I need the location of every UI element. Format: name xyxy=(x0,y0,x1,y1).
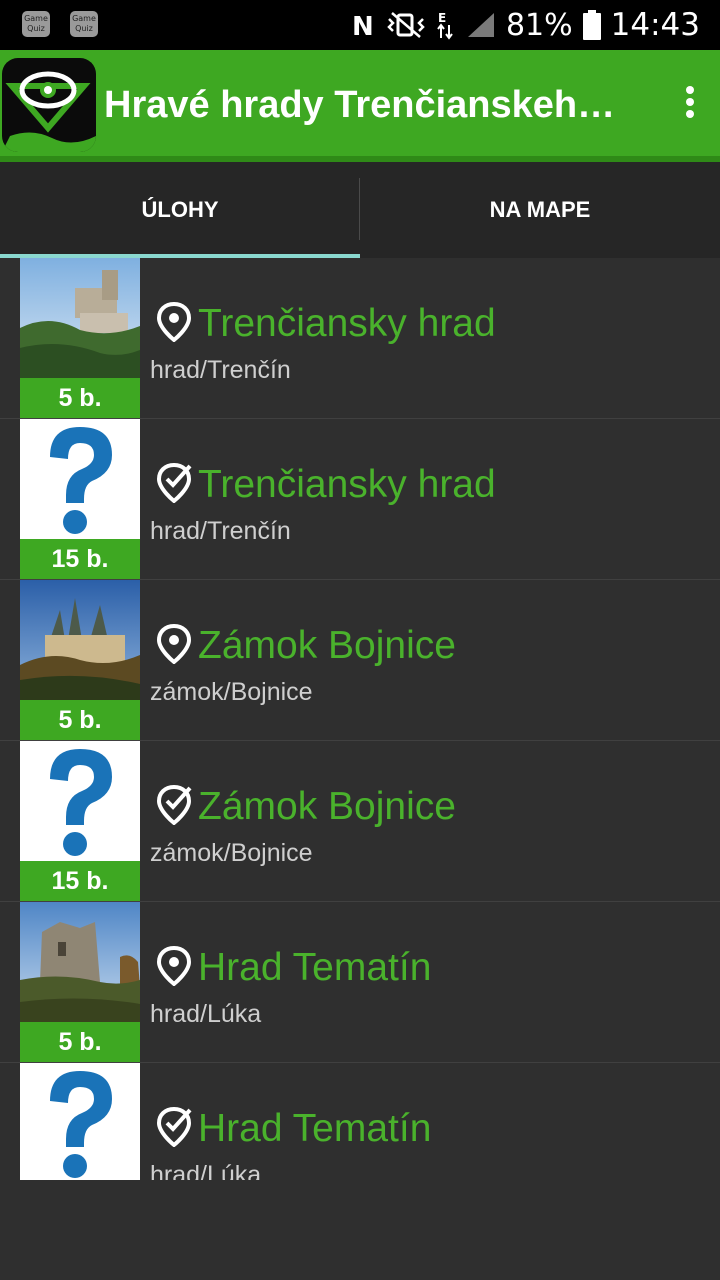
list-item[interactable]: 5 b. Zámok Bojnice zámok/Bojnice xyxy=(0,580,720,741)
nfc-icon: N xyxy=(352,12,374,39)
svg-text:E: E xyxy=(438,11,446,25)
task-thumbnail: 15 b. xyxy=(20,419,140,579)
task-subtitle: hrad/Trenčín xyxy=(150,517,291,545)
tab-na-mape[interactable]: NA MAPE xyxy=(360,162,720,258)
task-thumbnail xyxy=(20,1063,140,1180)
list-item[interactable]: 5 b. Hrad Tematín hrad/Lúka xyxy=(0,902,720,1063)
battery-icon xyxy=(582,10,601,40)
task-thumbnail: 15 b. xyxy=(20,741,140,901)
points-badge: 5 b. xyxy=(20,378,140,418)
points-badge: 5 b. xyxy=(20,1022,140,1062)
points-badge: 15 b. xyxy=(20,539,140,579)
list-item[interactable]: Hrad Tematín hrad/Lúka xyxy=(0,1063,720,1180)
list-item[interactable]: 15 b. Trenčiansky hrad hrad/Trenčín xyxy=(0,419,720,580)
location-pin-icon xyxy=(156,624,192,664)
question-mark-icon xyxy=(20,1063,140,1180)
task-title: Zámok Bojnice xyxy=(198,785,456,828)
task-list[interactable]: 5 b. Trenčiansky hrad hrad/Trenčín 15 b.… xyxy=(0,258,720,1180)
task-thumbnail: 5 b. xyxy=(20,580,140,740)
list-item[interactable]: 5 b. Trenčiansky hrad hrad/Trenčín xyxy=(0,258,720,419)
task-title: Trenčiansky hrad xyxy=(198,463,496,506)
tab-label: ÚLOHY xyxy=(141,197,219,222)
castle-photo-bojnice xyxy=(20,580,140,700)
tab-ulohy[interactable]: ÚLOHY xyxy=(0,162,360,258)
status-bar: Game Quiz Game Quiz N E 81% 14:43 xyxy=(0,0,720,50)
task-subtitle: hrad/Trenčín xyxy=(150,356,291,384)
svg-text:N: N xyxy=(352,12,374,39)
eye-triangle-logo-icon xyxy=(2,71,96,152)
castle-photo-tematin xyxy=(20,902,140,1022)
checkmark-badge-icon xyxy=(156,785,192,825)
castle-photo-trencin xyxy=(20,258,140,378)
points-badge: 5 b. xyxy=(20,700,140,740)
task-subtitle: zámok/Bojnice xyxy=(150,839,313,867)
task-title: Zámok Bojnice xyxy=(198,624,456,667)
points-badge: 15 b. xyxy=(20,861,140,901)
question-mark-icon xyxy=(20,741,140,861)
location-pin-icon xyxy=(156,302,192,342)
checkmark-badge-icon xyxy=(156,1107,192,1147)
task-subtitle: hrad/Lúka xyxy=(150,1000,262,1028)
tab-label: NA MAPE xyxy=(489,197,591,222)
task-title: Hrad Tematín xyxy=(198,946,432,989)
task-title: Hrad Tematín xyxy=(198,1107,432,1150)
clock: 14:43 xyxy=(610,7,700,43)
game-quiz-notification-icon: Game Quiz xyxy=(22,11,50,37)
question-mark-icon xyxy=(20,419,140,539)
task-subtitle: hrad/Lúka xyxy=(150,1161,262,1180)
game-quiz-notification-icon: Game Quiz xyxy=(70,11,98,37)
data-arrows-icon: E xyxy=(437,11,453,40)
overflow-menu-icon[interactable] xyxy=(684,86,696,126)
app-toolbar: Hravé hrady Trenčianskeho kraja xyxy=(0,50,720,162)
app-logo[interactable] xyxy=(2,58,96,152)
task-thumbnail: 5 b. xyxy=(20,902,140,1062)
checkmark-badge-icon xyxy=(156,463,192,503)
battery-percentage: 81% xyxy=(505,7,573,43)
signal-icon xyxy=(467,13,494,37)
list-item[interactable]: 15 b. Zámok Bojnice zámok/Bojnice xyxy=(0,741,720,902)
tab-bar: ÚLOHY NA MAPE xyxy=(0,162,720,258)
app-title: Hravé hrady Trenčianskeho kraja xyxy=(104,84,624,126)
task-thumbnail: 5 b. xyxy=(20,258,140,418)
vibrate-icon xyxy=(387,12,425,38)
location-pin-icon xyxy=(156,946,192,986)
task-subtitle: zámok/Bojnice xyxy=(150,678,313,706)
task-title: Trenčiansky hrad xyxy=(198,302,496,345)
